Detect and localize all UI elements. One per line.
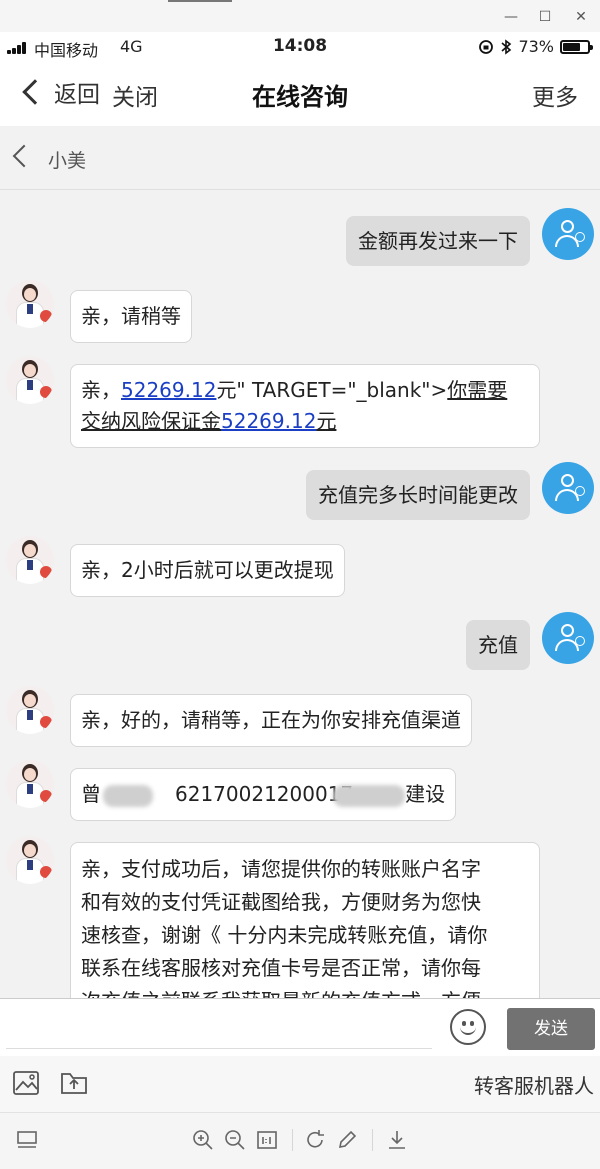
account-number: 62170021200017 [175,782,354,806]
agent-avatar [6,356,54,404]
user-message: 充值完多长时间能更改 [306,470,530,520]
composer-toolbar: 转客服机器人 [0,1056,600,1112]
battery-percent: 73% [518,37,554,56]
agent-message-account: 曾 62170021200017 建设 [70,768,457,821]
bluetooth-icon [501,38,512,55]
battery-icon [560,39,593,54]
underlined-text[interactable]: 你需要 [447,378,507,402]
back-label: 返回 [54,82,100,108]
nav-bar: 返回 关闭 在线咨询 更多 [0,62,600,126]
chat-back-icon[interactable] [12,144,36,168]
message-line: 次充值之前联系我获取最新的充值方式，方便 [81,985,529,998]
message-row-user: 充值完多长时间能更改 [0,462,600,522]
agent-avatar [6,836,54,884]
window-titlebar: — ☐ ✕ [0,0,600,32]
message-row-user: 金额再发过来一下 [0,208,600,268]
toolbar-divider [372,1129,373,1151]
actual-size-icon[interactable] [256,1129,278,1151]
transfer-to-robot-button[interactable]: 转客服机器人 [474,1070,594,1099]
message-list[interactable]: 金额再发过来一下 亲，请稍等 亲，52269.12元" TARGET="_bla… [0,190,600,998]
message-input[interactable] [6,1005,432,1049]
agent-name: 小美 [48,150,87,172]
pencil-icon[interactable] [336,1129,358,1151]
agent-message-link: 亲，52269.12元" TARGET="_blank">你需要 交纳风险保证金… [70,364,540,448]
message-text: 元" TARGET="_blank"> [216,378,448,402]
layout-icon[interactable] [16,1129,38,1151]
send-button[interactable]: 发送 [507,1008,595,1050]
viewer-bottom-bar [0,1112,600,1169]
maximize-button[interactable]: ☐ [530,6,560,28]
zoom-out-icon[interactable] [224,1129,246,1151]
underlined-text[interactable]: 元 [316,409,336,433]
message-row-agent: 曾 62170021200017 建设 [0,760,600,824]
agent-avatar [6,280,54,328]
zoom-in-icon[interactable] [192,1129,214,1151]
close-window-button[interactable]: ✕ [566,6,596,28]
agent-avatar [6,760,54,808]
back-button[interactable]: 返回 [18,75,100,109]
composer: 发送 [0,998,600,1056]
user-avatar [542,462,594,514]
download-icon[interactable] [386,1129,408,1151]
more-button[interactable]: 更多 [532,78,578,112]
message-line: 联系在线客服核对充值卡号是否正常，请你每 [81,956,481,980]
message-row-agent: 亲，好的，请稍等，正在为你安排充值渠道 [0,686,600,750]
message-text: 亲， [81,378,121,402]
message-line: 亲，支付成功后，请您提供你的转账账户名字 [81,857,481,881]
close-button[interactable]: 关闭 [112,78,158,112]
underlined-text[interactable]: 交纳风险保证金 [81,409,221,433]
agent-message: 亲，2小时后就可以更改提现 [70,544,345,597]
image-icon[interactable] [12,1070,40,1096]
battery-fill [563,42,580,51]
agent-avatar [6,686,54,734]
account-name: 曾 [81,782,101,806]
agent-message: 亲，请稍等 [70,290,192,343]
rotate-icon[interactable] [304,1129,326,1151]
agent-message-long: 亲，支付成功后，请您提供你的转账账户名字 和有效的支付凭证截图给我，方便财务为您… [70,842,540,998]
agent-message: 亲，好的，请稍等，正在为你安排充值渠道 [70,694,472,747]
bank-name: 建设 [405,782,446,806]
app-window: — ☐ ✕ 中国移动 4G 14:08 73% 返回 关闭 在线咨询 更多 小美… [0,0,600,1169]
redacted-mark [333,784,406,807]
folder-upload-icon[interactable] [60,1070,88,1096]
amount-link[interactable]: 52269.12 [221,409,316,433]
agent-avatar [6,536,54,584]
amount-link[interactable]: 52269.12 [121,378,216,402]
chevron-left-icon [22,79,48,105]
user-message: 金额再发过来一下 [346,216,530,266]
user-avatar [542,208,594,260]
rotation-lock-icon [479,39,494,54]
message-row-agent: 亲，2小时后就可以更改提现 [0,536,600,600]
user-avatar [542,612,594,664]
message-row-user: 充值 [0,612,600,672]
user-message: 充值 [466,620,530,670]
message-row-agent: 亲，52269.12元" TARGET="_blank">你需要 交纳风险保证金… [0,356,600,450]
toolbar-divider [292,1129,293,1151]
message-line: 速核查，谢谢《 十分内未完成转账充值，请你 [81,923,488,947]
status-bar: 中国移动 4G 14:08 73% [0,32,600,62]
redacted-mark [103,784,153,807]
message-row-agent: 亲，支付成功后，请您提供你的转账账户名字 和有效的支付凭证截图给我，方便财务为您… [0,836,600,998]
chat-header: 小美 [0,126,600,190]
minimize-button[interactable]: — [496,6,526,28]
status-right: 73% [478,37,593,56]
emoji-icon[interactable] [450,1009,486,1045]
message-line: 和有效的支付凭证截图给我，方便财务为您快 [81,890,481,914]
titlebar-tab-indicator [168,0,232,2]
message-row-agent: 亲，请稍等 [0,280,600,344]
